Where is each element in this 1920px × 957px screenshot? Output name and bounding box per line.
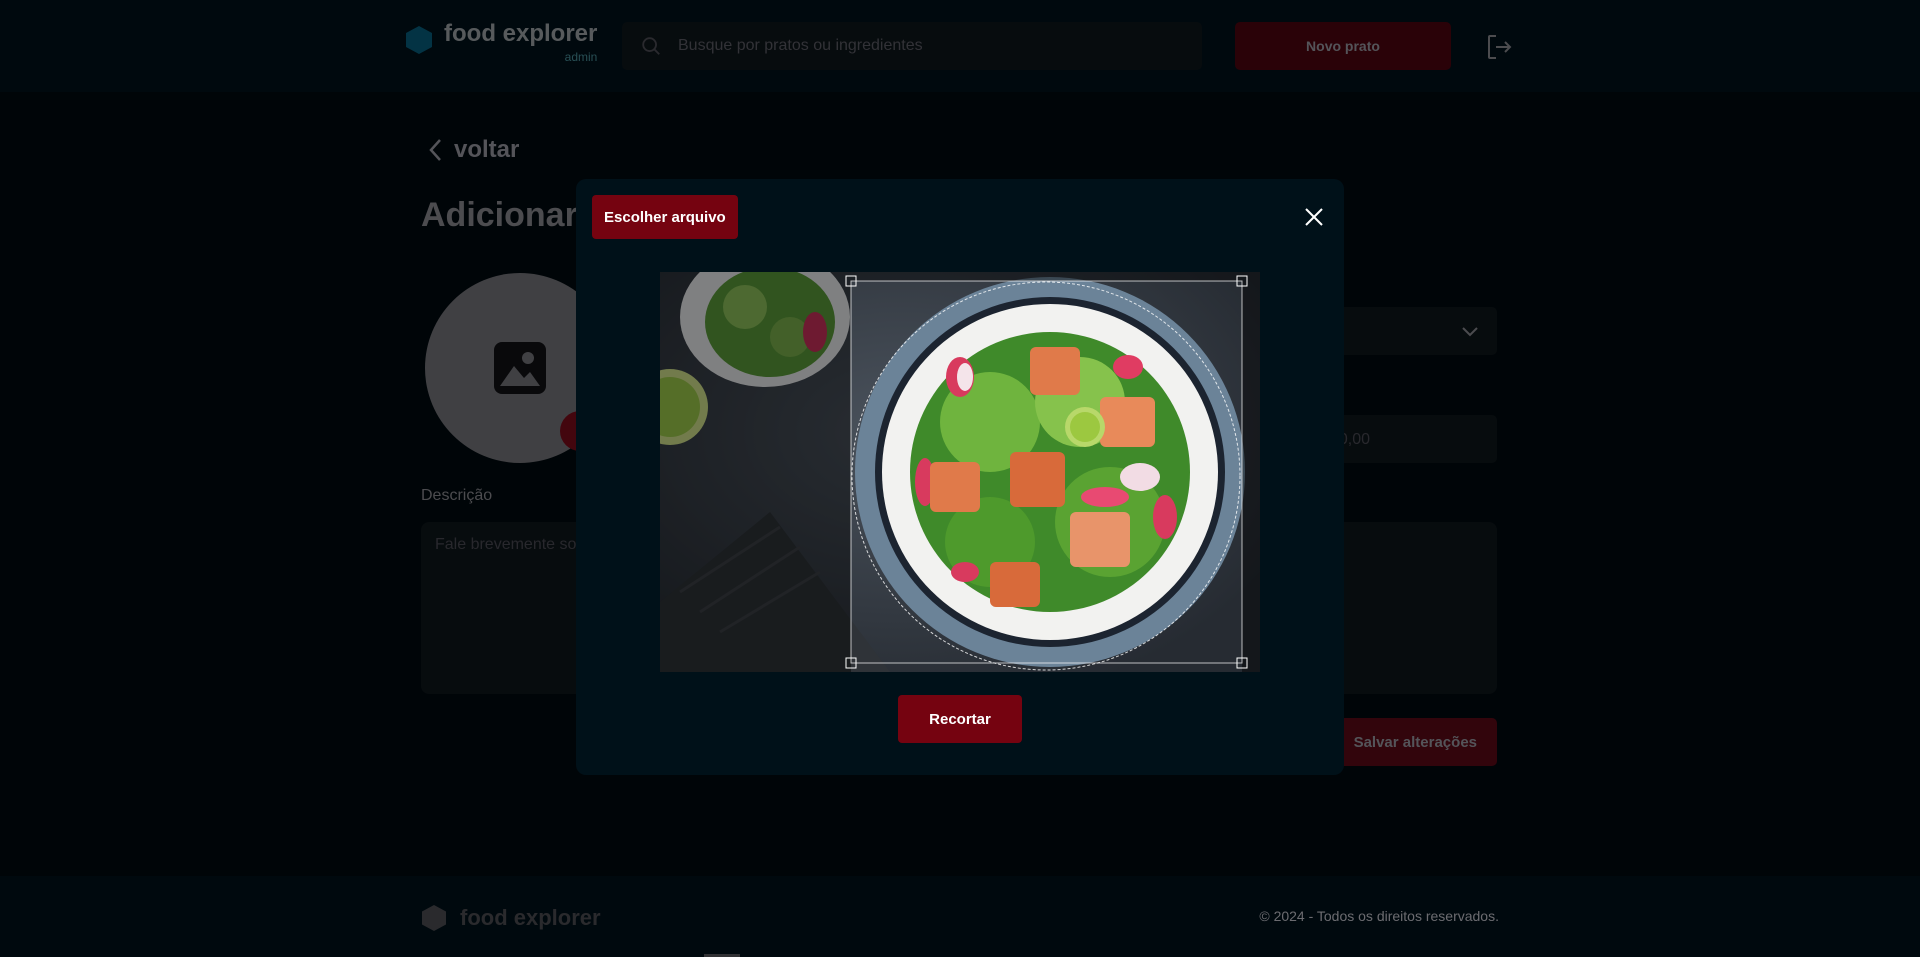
crop-modal: Escolher arquivo Recortar xyxy=(576,179,1344,775)
crop-area[interactable] xyxy=(660,272,1260,672)
choose-file-button[interactable]: Escolher arquivo xyxy=(592,195,738,239)
crop-button[interactable]: Recortar xyxy=(898,695,1022,743)
close-icon[interactable] xyxy=(1302,205,1326,229)
dish-photo xyxy=(660,272,1260,672)
